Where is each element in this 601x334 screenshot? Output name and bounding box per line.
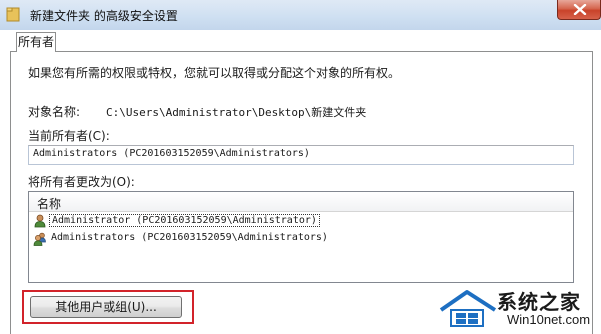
- current-owner-field[interactable]: Administrators (PC201603152059\Administr…: [28, 145, 574, 165]
- list-item-administrator[interactable]: Administrator (PC201603152059\Administra…: [31, 213, 571, 230]
- current-owner-label: 当前所有者(C):: [28, 129, 110, 143]
- title-bar: 新建文件夹 的高级安全设置: [0, 0, 601, 30]
- object-name-label: 对象名称:: [28, 105, 81, 119]
- list-item-administrators[interactable]: Administrators (PC201603152059\Administr…: [31, 231, 571, 248]
- window-title: 新建文件夹 的高级安全设置: [30, 9, 178, 23]
- tab-owner[interactable]: 所有者: [16, 32, 56, 52]
- close-button[interactable]: [557, 0, 601, 20]
- highlight-box: [22, 290, 194, 324]
- owner-list[interactable]: 名称 Administrator (PC201603152059\Adminis…: [28, 191, 574, 283]
- watermark-url: Win10net.com: [507, 312, 591, 327]
- list-item-label: Administrators (PC201603152059\Administr…: [51, 232, 328, 243]
- watermark: 系统之家 Win10net.com: [437, 282, 601, 334]
- house-logo-icon: [439, 290, 497, 327]
- watermark-title: 系统之家: [497, 290, 581, 314]
- column-header-name[interactable]: 名称: [29, 192, 573, 212]
- folder-icon: [6, 7, 20, 22]
- user-icon: [34, 214, 46, 228]
- column-header-label: 名称: [37, 197, 62, 211]
- current-owner-value: Administrators (PC201603152059\Administr…: [33, 148, 310, 159]
- close-icon: [573, 4, 587, 15]
- group-icon: [33, 232, 46, 246]
- intro-text: 如果您有所需的权限或特权，您就可以取得或分配这个对象的所有权。: [28, 66, 401, 80]
- list-item-label: Administrator (PC201603152059\Administra…: [49, 214, 320, 227]
- change-owner-label: 将所有者更改为(O):: [28, 175, 135, 189]
- object-name-value: C:\Users\Administrator\Desktop\新建文件夹: [106, 106, 367, 119]
